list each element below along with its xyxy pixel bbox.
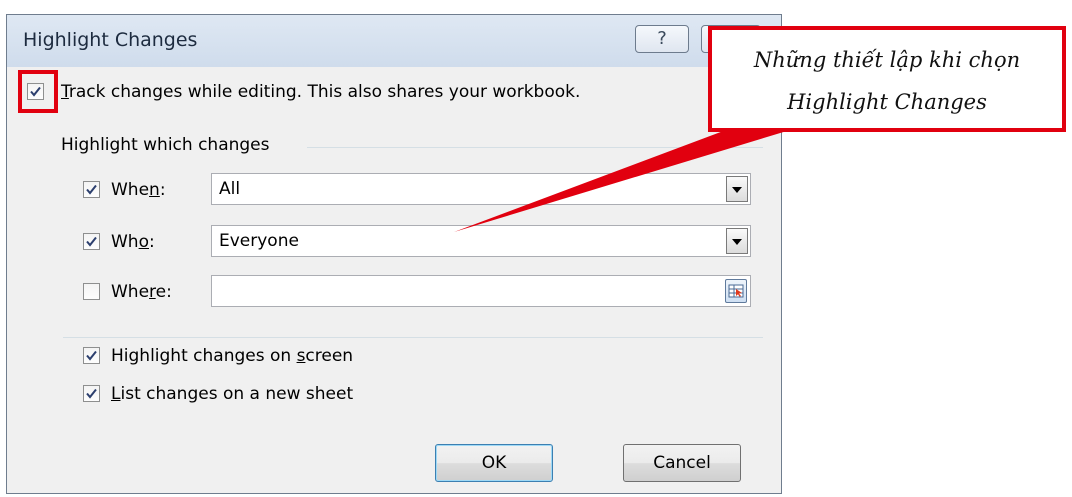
callout-line-2: Highlight Changes: [787, 90, 987, 114]
annotation-callout: Những thiết lập khi chọn Highlight Chang…: [708, 26, 1066, 132]
callout-line-1: Những thiết lập khi chọn: [753, 48, 1021, 72]
